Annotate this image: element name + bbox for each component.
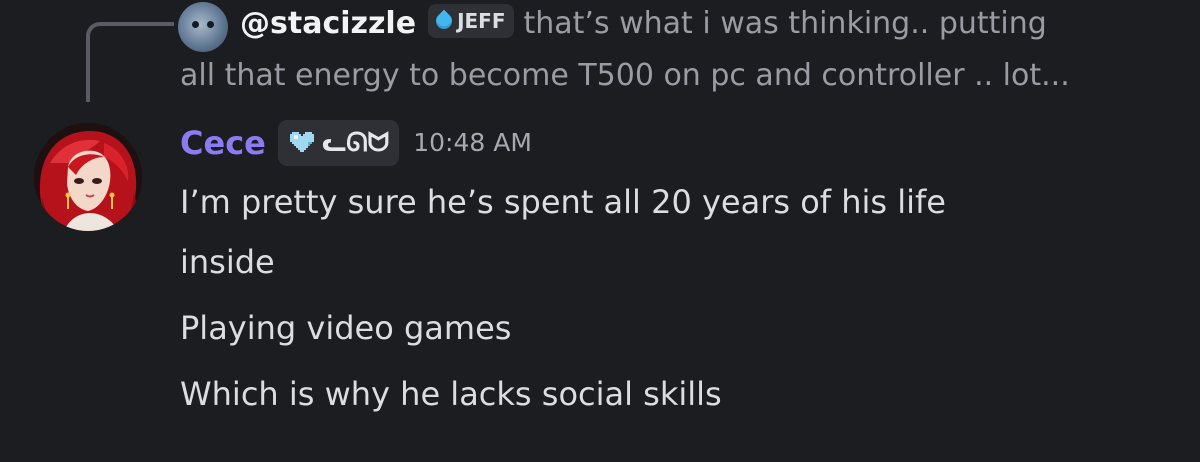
reply-author-name[interactable]: @stacizzle bbox=[240, 6, 416, 41]
chat-message-container: @stacizzle JEFF that’s what i was thinking… bbox=[0, 0, 1200, 462]
message-text-line[interactable]: Which is why he lacks social skills bbox=[180, 372, 722, 416]
reply-clan-tag[interactable]: JEFF bbox=[428, 4, 514, 38]
author-clan-tag[interactable]: ᓚᘏᗢ bbox=[277, 120, 400, 166]
reply-connector-line bbox=[86, 22, 174, 102]
water-drop-icon bbox=[432, 9, 456, 33]
author-name[interactable]: Cece bbox=[180, 118, 266, 168]
message-text-line[interactable]: inside bbox=[180, 240, 275, 284]
reply-text-line2[interactable]: all that energy to become T500 on pc and… bbox=[180, 52, 1070, 100]
message-timestamp[interactable]: 10:48 AM bbox=[413, 118, 532, 168]
message-text-line[interactable]: Playing video games bbox=[180, 306, 511, 350]
pixel-heart-icon bbox=[289, 132, 314, 152]
reply-first-line: @stacizzle JEFF that’s what i was thinking… bbox=[240, 2, 1047, 46]
author-avatar[interactable] bbox=[34, 123, 142, 231]
reply-clan-tag-label: JEFF bbox=[457, 9, 506, 33]
anime-portrait-avatar-image bbox=[34, 123, 142, 231]
reply-author-avatar[interactable] bbox=[178, 2, 228, 52]
reply-text-line1[interactable]: that’s what i was thinking.. putting bbox=[524, 6, 1047, 41]
message-text-line[interactable]: I’m pretty sure he’s spent all 20 years … bbox=[180, 180, 946, 224]
message-header: Cece ᓚᘏᗢ 10:48 AM bbox=[180, 118, 532, 168]
author-clan-tag-label: ᓚᘏᗢ bbox=[321, 127, 390, 158]
